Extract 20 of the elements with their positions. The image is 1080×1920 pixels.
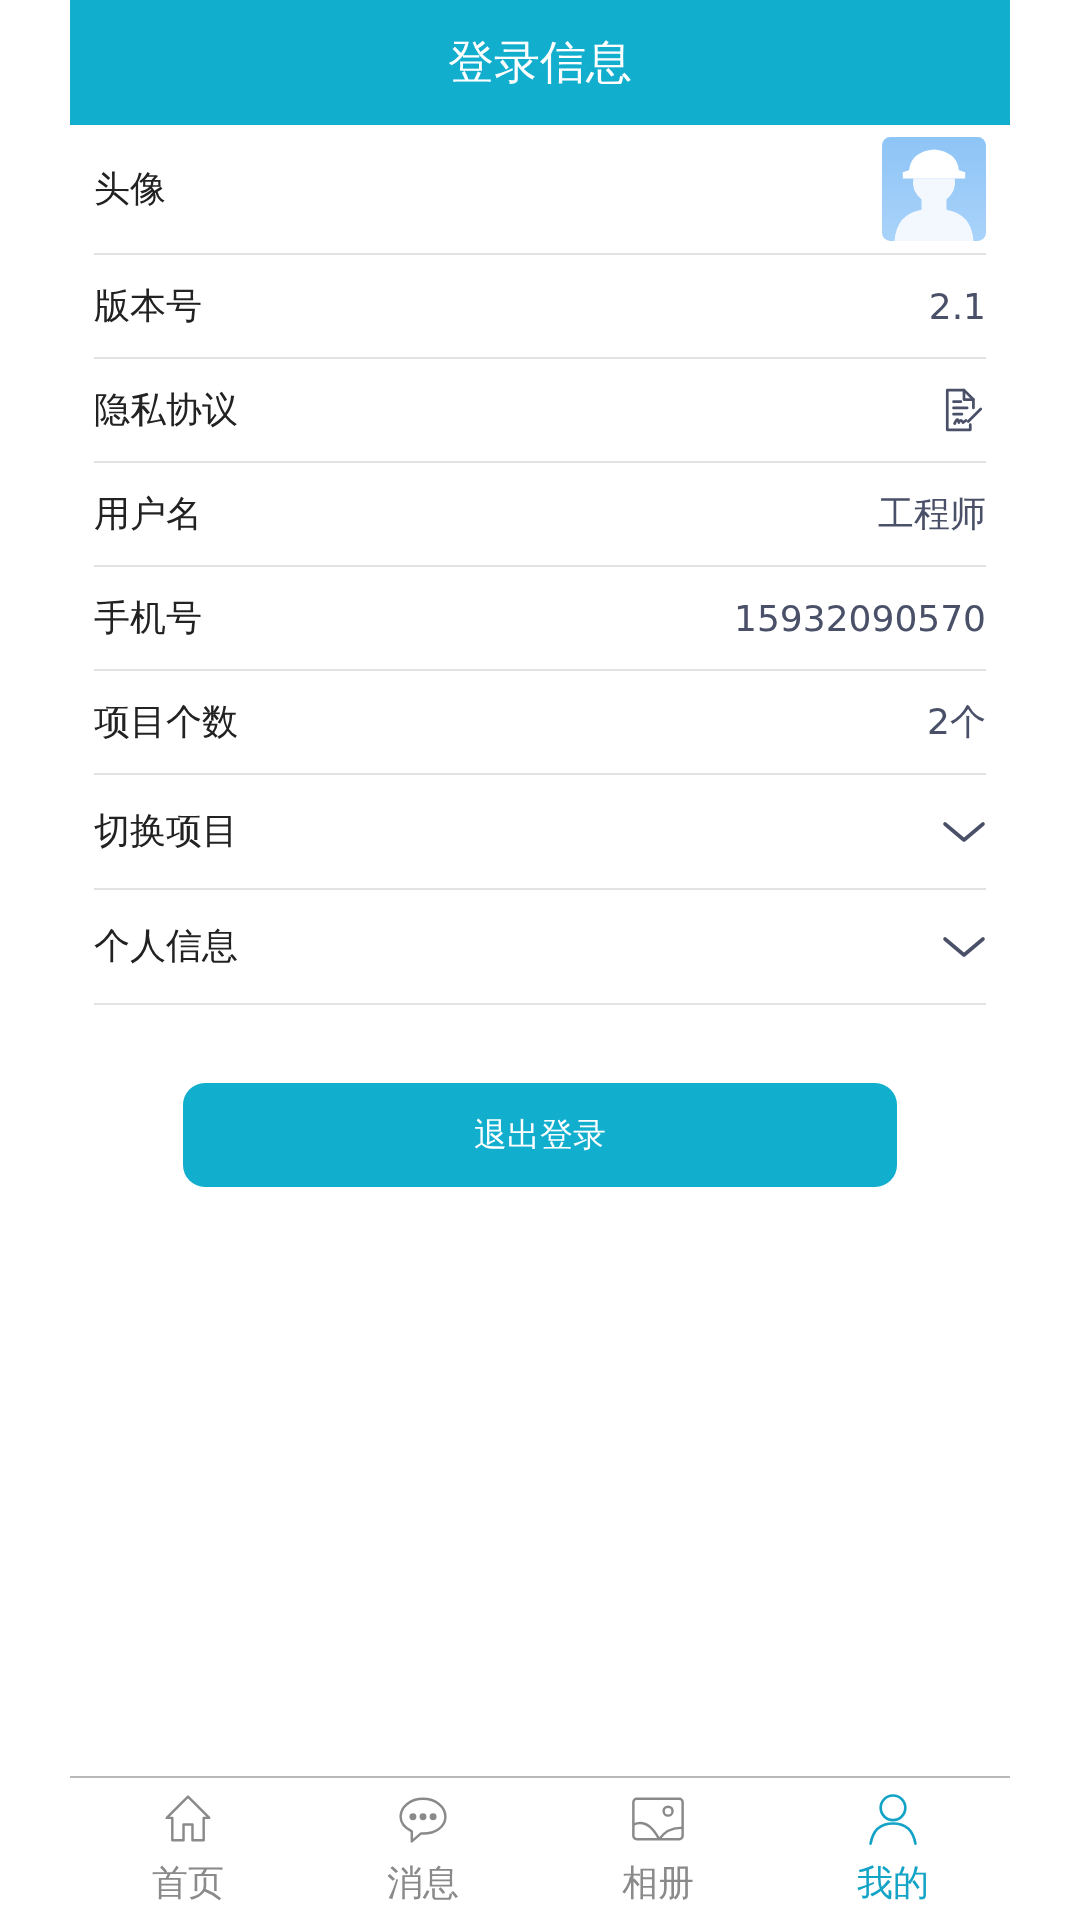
row-label: 手机号 (94, 595, 202, 640)
row-label: 项目个数 (94, 699, 238, 744)
logout-button[interactable]: 退出登录 (183, 1083, 897, 1187)
row-label: 切换项目 (94, 809, 238, 853)
row-value: 工程师 (878, 491, 986, 536)
row-label: 个人信息 (94, 924, 238, 968)
chevron-down-icon[interactable] (942, 819, 986, 844)
row-label: 隐私协议 (94, 387, 238, 432)
row-label: 头像 (94, 166, 166, 211)
tab[interactable]: 我的 (775, 1778, 1010, 1920)
tab[interactable]: 首页 (70, 1778, 305, 1920)
row-label: 用户名 (94, 491, 202, 536)
row-label: 版本号 (94, 283, 202, 328)
chevron-down-icon[interactable] (942, 934, 986, 959)
row-value: 15932090570 (734, 597, 986, 639)
tab[interactable]: 相册 (540, 1778, 775, 1920)
row-value: 2个 (927, 699, 986, 744)
row-value: 2.1 (928, 285, 986, 327)
page-title: 登录信息 (448, 33, 632, 91)
tab[interactable]: 消息 (305, 1778, 540, 1920)
